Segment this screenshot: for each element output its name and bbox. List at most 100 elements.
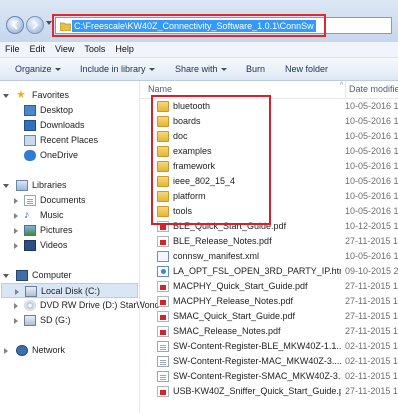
nav-network[interactable]: Network xyxy=(0,343,130,358)
folder-icon xyxy=(157,206,169,217)
file-name: doc xyxy=(173,131,188,141)
file-name: SW-Content-Register-BLE_MKW40Z-1.1.... xyxy=(173,341,341,351)
burn-button[interactable]: Burn xyxy=(246,58,265,80)
nav-pictures[interactable]: Pictures xyxy=(0,223,130,238)
file-row[interactable]: connsw_manifest.xml 10-05-2016 16 xyxy=(140,249,398,264)
folder-row[interactable]: examples 10-05-2016 16 xyxy=(140,144,398,159)
file-name: SW-Content-Register-SMAC_MKW40Z-3.2.... xyxy=(173,371,341,381)
file-date: 09-10-2015 22 xyxy=(345,266,398,276)
menu-file[interactable]: File xyxy=(0,42,25,57)
file-date: 10-05-2016 16 xyxy=(345,206,398,216)
file-name: BLE_Quick_Start_Guide.pdf xyxy=(173,221,287,231)
document-icon xyxy=(157,341,169,352)
folder-row[interactable]: framework 10-05-2016 16 xyxy=(140,159,398,174)
folder-row[interactable]: ieee_802_15_4 10-05-2016 16 xyxy=(140,174,398,189)
file-date: 10-12-2015 15 xyxy=(345,221,398,231)
column-name[interactable]: Name xyxy=(148,81,172,98)
file-row[interactable]: USB-KW40Z_Sniffer_Quick_Start_Guide.pdf 2… xyxy=(140,384,398,399)
menu-tools[interactable]: Tools xyxy=(79,42,110,57)
file-name: SMAC_Release_Notes.pdf xyxy=(173,326,281,336)
expander-icon xyxy=(3,94,9,98)
file-date: 10-05-2016 16 xyxy=(345,191,398,201)
file-row[interactable]: MACPHY_Release_Notes.pdf 27-11-2015 15 xyxy=(140,294,398,309)
expander-icon xyxy=(14,213,18,219)
folder-row[interactable]: bluetooth 10-05-2016 16 xyxy=(140,99,398,114)
file-row[interactable]: SW-Content-Register-SMAC_MKW40Z-3.2.... 0… xyxy=(140,369,398,384)
folder-icon xyxy=(157,116,169,127)
forward-button[interactable] xyxy=(26,16,44,34)
forward-arrow-icon xyxy=(32,20,39,30)
expander-icon xyxy=(15,289,19,295)
expander-icon xyxy=(4,348,8,354)
folder-icon xyxy=(157,176,169,187)
folder-icon xyxy=(157,101,169,112)
file-row[interactable]: MACPHY_Quick_Start_Guide.pdf 27-11-2015 1… xyxy=(140,279,398,294)
folder-row[interactable]: doc 10-05-2016 16 xyxy=(140,129,398,144)
file-row[interactable]: SMAC_Release_Notes.pdf 27-11-2015 15 xyxy=(140,324,398,339)
file-row[interactable]: SW-Content-Register-MAC_MKW40Z-3.... 02-1… xyxy=(140,354,398,369)
nav-music[interactable]: ♪ Music xyxy=(0,208,130,223)
nav-libraries[interactable]: Libraries xyxy=(0,178,130,193)
column-date-modified[interactable]: Date modified xyxy=(345,81,398,98)
expander-icon xyxy=(14,303,18,309)
menu-help[interactable]: Help xyxy=(110,42,139,57)
folder-row[interactable]: platform 10-05-2016 16 xyxy=(140,189,398,204)
nav-videos[interactable]: Videos xyxy=(0,238,130,253)
address-bar[interactable]: C:\Freescale\KW40Z_Connectivity_Software… xyxy=(55,17,392,34)
sd-card-icon xyxy=(24,315,36,326)
file-row[interactable]: SMAC_Quick_Start_Guide.pdf 27-11-2015 15 xyxy=(140,309,398,324)
documents-icon xyxy=(24,195,36,206)
nav-favorites[interactable]: ★ Favorites xyxy=(0,88,130,103)
star-icon: ★ xyxy=(16,89,26,101)
back-button[interactable] xyxy=(6,16,24,34)
recent-locations-dropdown[interactable] xyxy=(46,21,52,25)
nav-computer[interactable]: Computer xyxy=(0,268,130,283)
file-row[interactable]: BLE_Release_Notes.pdf 27-11-2015 15 xyxy=(140,234,398,249)
column-header: Name ^ Date modified xyxy=(140,81,398,99)
computer-icon xyxy=(16,270,28,281)
nav-onedrive[interactable]: OneDrive xyxy=(0,148,130,163)
expander-icon xyxy=(14,198,18,204)
nav-local-disk[interactable]: Local Disk (C:) xyxy=(1,283,138,298)
share-with-button[interactable]: Share with xyxy=(175,58,227,80)
folder-icon xyxy=(157,146,169,157)
file-row[interactable]: LA_OPT_FSL_OPEN_3RD_PARTY_IP.htm 09-10-20… xyxy=(140,264,398,279)
xml-file-icon xyxy=(157,251,169,262)
address-path[interactable]: C:\Freescale\KW40Z_Connectivity_Software… xyxy=(72,20,316,32)
folder-row[interactable]: tools 10-05-2016 16 xyxy=(140,204,398,219)
pdf-icon xyxy=(157,221,169,232)
folder-icon xyxy=(60,22,71,31)
videos-icon xyxy=(24,240,36,251)
drive-icon xyxy=(25,286,37,297)
nav-recent-places[interactable]: Recent Places xyxy=(0,133,130,148)
nav-documents[interactable]: Documents xyxy=(0,193,130,208)
file-name: USB-KW40Z_Sniffer_Quick_Start_Guide.pdf xyxy=(173,386,341,396)
new-folder-button[interactable]: New folder xyxy=(285,58,328,80)
file-name: boards xyxy=(173,116,201,126)
music-icon: ♪ xyxy=(24,209,30,221)
menu-view[interactable]: View xyxy=(50,42,79,57)
file-name: MACPHY_Quick_Start_Guide.pdf xyxy=(173,281,308,291)
file-date: 27-11-2015 15 xyxy=(345,236,398,246)
address-row: C:\Freescale\KW40Z_Connectivity_Software… xyxy=(0,0,398,42)
file-row[interactable]: BLE_Quick_Start_Guide.pdf 10-12-2015 15 xyxy=(140,219,398,234)
file-row[interactable]: SW-Content-Register-BLE_MKW40Z-1.1.... 02… xyxy=(140,339,398,354)
pdf-icon xyxy=(157,386,169,397)
nav-dvd-drive[interactable]: DVD RW Drive (D:) StarWonc xyxy=(0,298,159,313)
chevron-down-icon xyxy=(54,68,61,72)
nav-downloads[interactable]: Downloads xyxy=(0,118,130,133)
file-date: 10-05-2016 16 xyxy=(345,116,398,126)
organize-button[interactable]: Organize xyxy=(15,58,61,80)
file-name: tools xyxy=(173,206,193,216)
file-date: 27-11-2015 15 xyxy=(345,281,398,291)
folder-icon xyxy=(157,131,169,142)
file-date: 02-11-2015 19 xyxy=(345,356,398,366)
nav-sd[interactable]: SD (G:) xyxy=(0,313,130,328)
file-date: 10-05-2016 16 xyxy=(345,101,398,111)
folder-row[interactable]: boards 10-05-2016 16 xyxy=(140,114,398,129)
back-arrow-icon xyxy=(11,20,18,30)
document-icon xyxy=(157,371,169,382)
menu-edit[interactable]: Edit xyxy=(25,42,51,57)
nav-desktop[interactable]: Desktop xyxy=(0,103,130,118)
include-in-library-button[interactable]: Include in library xyxy=(80,58,155,80)
